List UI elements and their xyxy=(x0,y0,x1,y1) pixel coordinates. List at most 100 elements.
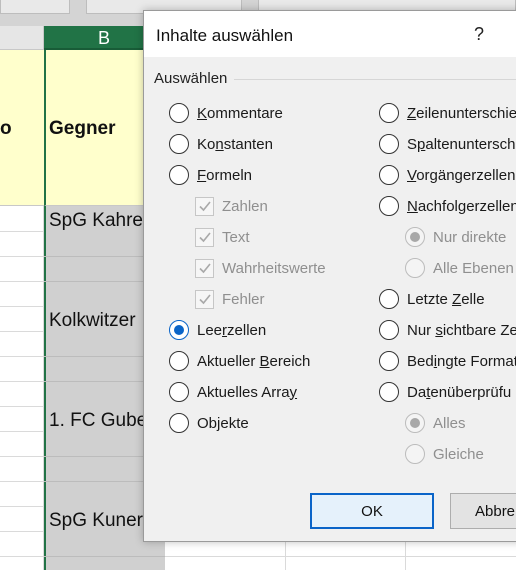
ok-button[interactable]: OK xyxy=(310,493,434,529)
label-key: K xyxy=(197,104,208,122)
grid-line xyxy=(0,456,44,457)
checkbox[interactable] xyxy=(195,289,214,309)
radio-label: Alle Ebenen xyxy=(433,259,514,277)
option-gleiche[interactable]: Gleiche xyxy=(405,442,484,466)
checkbox-label: Wahrheitswerte xyxy=(222,259,326,277)
label-post: stanten xyxy=(223,135,273,153)
grid-line xyxy=(285,540,286,570)
radio-button[interactable] xyxy=(379,382,399,402)
radio-button[interactable] xyxy=(379,196,399,216)
label-post: zellen xyxy=(227,321,267,339)
label-key: F xyxy=(197,166,207,184)
radio-dot xyxy=(174,325,184,335)
checkmark-icon xyxy=(198,294,211,305)
option-nachfolgerzellen[interactable]: Nachfolgerzellen xyxy=(379,194,516,218)
ribbon-tab-left[interactable] xyxy=(0,0,70,14)
column-header-a[interactable] xyxy=(0,26,44,50)
checkbox-text[interactable]: Text xyxy=(195,225,250,249)
option-kommentare[interactable]: Kommentare xyxy=(169,101,283,125)
radio-button[interactable] xyxy=(379,320,399,340)
grid-line xyxy=(0,281,44,282)
label-pre: Ko xyxy=(197,135,216,153)
option-formeln[interactable]: Formeln xyxy=(169,163,252,187)
help-button[interactable]: ? xyxy=(474,24,484,45)
cell-b-value[interactable]: 1. FC Gube xyxy=(49,410,149,432)
radio-button-disabled-selected[interactable] xyxy=(405,227,425,247)
radio-button[interactable] xyxy=(379,134,399,154)
cancel-button[interactable]: Abbre xyxy=(450,493,516,529)
label-post: eilenunterschie xyxy=(416,104,516,122)
label-post: achfolgerzellen xyxy=(417,197,516,215)
label-pre: Da xyxy=(407,383,427,401)
grid-line xyxy=(405,540,406,570)
label-post: enüberprüfu xyxy=(430,383,512,401)
option-alle-ebenen[interactable]: Alle Ebenen xyxy=(405,256,514,280)
radio-button[interactable] xyxy=(379,289,399,309)
option-aktueller-bereich[interactable]: Aktueller Bereich xyxy=(169,349,310,373)
cell-b-value[interactable]: SpG Kahre xyxy=(49,210,149,232)
option-aktuelles-array[interactable]: Aktuelles Array xyxy=(169,380,297,404)
label-key: s xyxy=(435,321,443,339)
option-konstanten[interactable]: Konstanten xyxy=(169,132,273,156)
option-bedingte-formate[interactable]: Bedingte Format xyxy=(379,349,516,373)
grid-line xyxy=(0,231,44,232)
label-pre: Aktuelles Arra xyxy=(197,383,290,401)
label-pre: S xyxy=(407,135,418,153)
checkbox[interactable] xyxy=(195,258,214,278)
grid-line xyxy=(165,556,516,557)
radio-label: Gleiche xyxy=(433,445,484,463)
option-spaltenunterschiede[interactable]: Spaltenunterschi xyxy=(379,132,516,156)
grid-line xyxy=(0,331,44,332)
radio-button-disabled[interactable] xyxy=(405,258,425,278)
checkbox-label: Zahlen xyxy=(222,197,268,215)
group-divider xyxy=(234,79,516,80)
radio-button-selected[interactable] xyxy=(169,320,189,340)
option-vorgaengerzellen[interactable]: Vorgängerzellen xyxy=(379,163,515,187)
cell-b-value[interactable]: SpG Kuner xyxy=(49,510,149,532)
radio-button-disabled-selected[interactable] xyxy=(405,413,425,433)
radio-button[interactable] xyxy=(169,413,189,433)
header-gegner: Gegner xyxy=(49,118,116,139)
radio-button[interactable] xyxy=(169,134,189,154)
label-key: n xyxy=(215,135,224,153)
header-cell-a[interactable]: o xyxy=(0,50,44,206)
column-a-cells[interactable] xyxy=(0,206,44,570)
label-key: y xyxy=(289,383,298,401)
label-post: ormeln xyxy=(206,166,253,184)
option-alles[interactable]: Alles xyxy=(405,411,466,435)
radio-button-disabled[interactable] xyxy=(405,444,425,464)
grid-line xyxy=(0,531,44,532)
radio-label: Alles xyxy=(433,414,466,432)
radio-button[interactable] xyxy=(379,351,399,371)
radio-button[interactable] xyxy=(379,165,399,185)
option-nur-sichtbare-zellen[interactable]: Nur sichtbare Ze xyxy=(379,318,516,342)
label-pre: Bed xyxy=(407,352,434,370)
radio-button[interactable] xyxy=(169,351,189,371)
option-letzte-zelle[interactable]: Letzte Zelle xyxy=(379,287,485,311)
checkbox[interactable] xyxy=(195,227,214,247)
checkbox-wahrheitswerte[interactable]: Wahrheitswerte xyxy=(195,256,326,280)
grid-line xyxy=(0,356,44,357)
option-leerzellen[interactable]: Leerzellen xyxy=(169,318,266,342)
option-datenueberpruefung[interactable]: Datenüberprüfu xyxy=(379,380,511,404)
cell-b-value[interactable]: Kolkwitzer xyxy=(49,310,149,332)
label-key: Z xyxy=(407,104,417,122)
radio-label: Nur direkte xyxy=(433,228,507,246)
checkbox[interactable] xyxy=(195,196,214,216)
go-to-special-dialog: Inhalte auswählen ? Auswählen Kommentare… xyxy=(143,10,516,542)
label-key: N xyxy=(407,197,418,215)
label-key: B xyxy=(259,352,270,370)
checkbox-fehler[interactable]: Fehler xyxy=(195,287,265,311)
checkbox-zahlen[interactable]: Zahlen xyxy=(195,194,268,218)
label-post: ekte xyxy=(220,414,249,432)
dialog-titlebar[interactable]: Inhalte auswählen ? xyxy=(144,11,516,57)
option-nur-direkte[interactable]: Nur direkte xyxy=(405,225,506,249)
option-objekte[interactable]: Objekte xyxy=(169,411,249,435)
option-zeilenunterschiede[interactable]: Zeilenunterschie xyxy=(379,101,516,125)
radio-button[interactable] xyxy=(169,103,189,123)
radio-button[interactable] xyxy=(169,165,189,185)
radio-button[interactable] xyxy=(379,103,399,123)
group-label: Auswählen xyxy=(154,70,228,87)
label-pre: Lee xyxy=(197,321,223,339)
radio-button[interactable] xyxy=(169,382,189,402)
